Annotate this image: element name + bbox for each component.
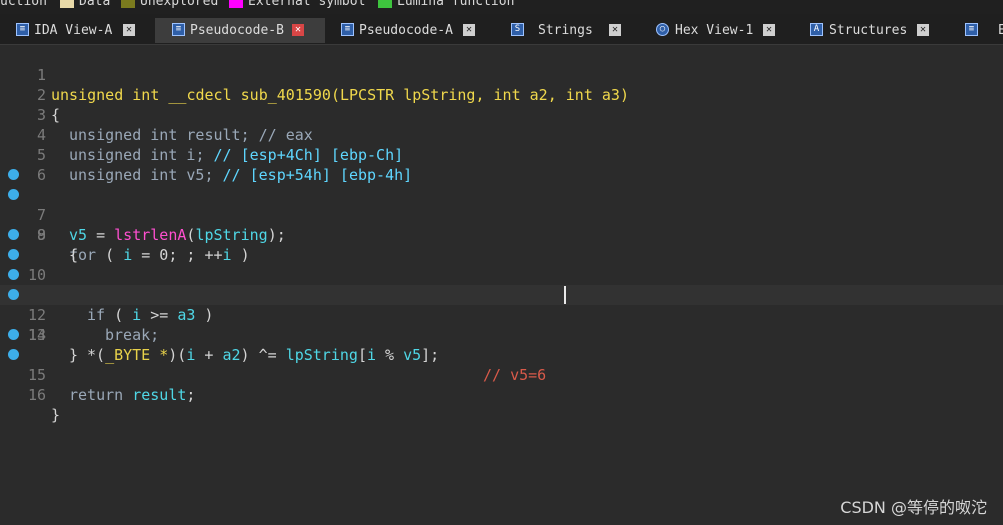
close-icon[interactable]: ✕ [763,24,775,36]
code-line-current[interactable]: 13 *(_BYTE *)(i + a2) ^= lpString[i % v5… [0,285,1003,384]
code-line[interactable]: 9 { [0,205,1003,264]
close-icon[interactable]: ✕ [917,24,929,36]
tab-label: Pseudocode-B [190,23,284,38]
breakpoint-dot-icon[interactable] [8,249,19,260]
structures-icon: A [810,23,823,36]
pseudocode-editor[interactable]: 1 unsigned int __cdecl sub_401590(LPCSTR… [0,45,1003,525]
code-line[interactable]: 16 } [0,345,1003,424]
strings-icon: S [511,23,524,36]
code-line[interactable]: 1 unsigned int __cdecl sub_401590(LPCSTR… [0,45,1003,104]
text-cursor [564,286,566,304]
tab-structures[interactable]: A Structures ✕ [805,18,940,43]
tab-label: Hex View-1 [675,23,754,38]
tab-pseudocode-b[interactable]: ≡ Pseudocode-B ✕ [155,18,325,43]
statement: return result; [69,386,196,404]
legend-swatch-external [229,0,243,8]
legend-swatch-unexplored [121,0,135,8]
tab-label: Pseudocode-A [359,23,453,38]
code-text: } [51,406,61,424]
code-line[interactable]: 14 } [0,305,1003,364]
breakpoint-dot-icon[interactable] [8,189,19,200]
enums-icon: ≡ [965,23,978,36]
code-line[interactable]: 15 return result; [0,325,1003,404]
code-line[interactable]: 6 [0,145,1003,184]
code-line[interactable]: 12 break; [0,265,1003,344]
color-legend: uction Data Unexplored External symbol L… [0,0,1003,14]
hex-icon: ○ [656,23,669,36]
breakpoint-dot-icon[interactable] [8,169,19,180]
legend-label-unexplored: Unexplored [140,0,219,9]
code-line[interactable]: 3 unsigned int result; // eax [0,85,1003,144]
pseudocode-icon: ≡ [172,23,185,36]
tab-hex-view-1[interactable]: ○ Hex View-1 ✕ [650,18,785,43]
close-icon[interactable]: ✕ [123,24,135,36]
tab-label: IDA View-A [34,23,113,38]
breakpoint-dot-icon[interactable] [8,229,19,240]
code-line[interactable]: 10 result = i; [0,225,1003,304]
code-line[interactable]: 8 for ( i = 0; ; ++i ) [0,185,1003,264]
legend-label-data: Data [79,0,111,9]
close-icon[interactable]: ✕ [609,24,621,36]
legend-swatch-data [60,0,74,8]
code-line[interactable]: 4 unsigned int i; // [esp+4Ch] [ebp-Ch] [0,105,1003,164]
legend-label-external: External symbol [248,0,366,9]
line-number: 16 [27,386,46,404]
disassembly-icon: ≡ [16,23,29,36]
breakpoint-dot-icon[interactable] [8,349,19,360]
tab-label: Strings [538,23,593,38]
code-line[interactable]: 7 v5 = lstrlenA(lpString); [0,165,1003,244]
code-line[interactable]: 5 unsigned int v5; // [esp+54h] [ebp-4h] [0,125,1003,184]
legend-label-function: uction [0,0,47,9]
tab-pseudocode-a[interactable]: ≡ Pseudocode-A ✕ [335,18,480,43]
pseudocode-icon: ≡ [341,23,354,36]
tab-label: Structures [829,23,908,38]
tab-enums[interactable]: ≡ E [960,18,1003,43]
tab-ida-view-a[interactable]: ≡ IDA View-A ✕ [12,18,142,43]
legend-swatch-lumina [378,0,392,8]
tab-bar: ≡ IDA View-A ✕ ≡ Pseudocode-B ✕ ≡ Pseudo… [0,14,1003,45]
breakpoint-dot-icon[interactable] [8,289,19,300]
code-line[interactable]: 11 if ( i >= a3 ) [0,245,1003,324]
close-icon[interactable]: ✕ [292,24,304,36]
code-line[interactable]: 2 { [0,65,1003,124]
user-comment: // v5=6 [483,366,547,384]
breakpoint-dot-icon[interactable] [8,329,19,340]
tab-label: E [998,23,1003,38]
breakpoint-dot-icon[interactable] [8,269,19,280]
legend-label-lumina: Lumina function [397,0,515,9]
tab-strings[interactable]: S Strings ✕ [505,18,630,43]
watermark: CSDN @等停的呶沱 [840,498,987,517]
close-icon[interactable]: ✕ [463,24,475,36]
